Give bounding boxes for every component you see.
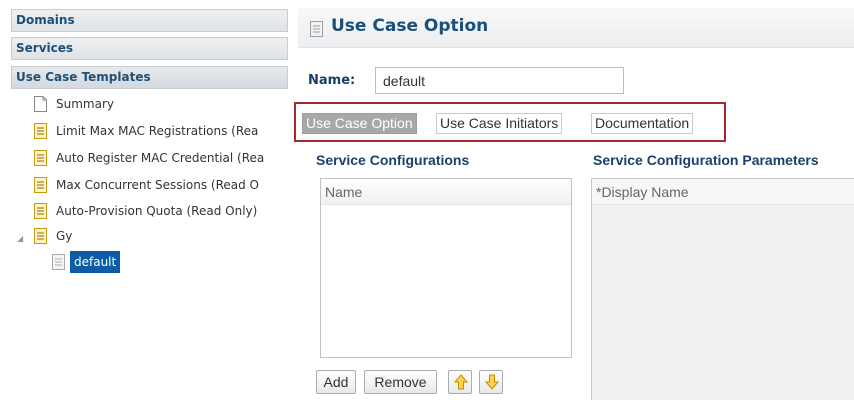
document-icon (34, 203, 47, 219)
tree-item-label: Gy (56, 229, 73, 243)
main-panel: Use Case Option Name: Use Case Option Us… (294, 0, 854, 400)
tree-item-label: Summary (56, 97, 114, 111)
navigation-panel: Domains Services Use Case Templates Summ… (0, 0, 293, 400)
document-icon (34, 150, 47, 166)
tab-use-case-option[interactable]: Use Case Option (302, 113, 417, 134)
service-configuration-parameters-title: Service Configuration Parameters (593, 152, 819, 168)
service-configurations-list[interactable]: Name (320, 178, 572, 358)
tree-item-label: Max Concurrent Sessions (Read O (56, 178, 259, 192)
tree-item-label: Auto Register MAC Credential (Rea (56, 151, 265, 165)
arrow-down-icon (485, 374, 499, 390)
tree-item-label: Auto-Provision Quota (Read Only) (56, 204, 258, 218)
service-configurations-title: Service Configurations (316, 152, 470, 168)
name-column-header[interactable]: Name (321, 179, 571, 205)
nav-section-domains[interactable]: Domains (11, 9, 288, 32)
name-label: Name: (308, 73, 356, 88)
move-down-button[interactable] (479, 370, 503, 394)
collapse-arrow-icon[interactable]: ◢ (17, 234, 23, 243)
document-icon (34, 177, 47, 193)
page-title: Use Case Option (331, 16, 489, 36)
document-icon (34, 123, 47, 139)
add-button[interactable]: Add (316, 370, 356, 394)
page-icon (34, 96, 47, 112)
display-name-column-header[interactable]: *Display Name (592, 179, 854, 205)
nav-section-use-case-templates[interactable]: Use Case Templates (11, 66, 288, 89)
service-configuration-parameters-table[interactable]: *Display Name (591, 178, 854, 400)
tab-use-case-initiators[interactable]: Use Case Initiators (436, 113, 563, 134)
arrow-up-icon (454, 374, 468, 390)
document-icon (34, 228, 47, 244)
document-icon (310, 21, 323, 37)
document-light-icon (52, 254, 65, 270)
move-up-button[interactable] (448, 370, 472, 394)
remove-button[interactable]: Remove (364, 370, 437, 394)
tab-documentation[interactable]: Documentation (591, 113, 694, 134)
name-input[interactable] (375, 67, 624, 94)
tree-item-label: Limit Max MAC Registrations (Rea (56, 124, 259, 138)
nav-section-services[interactable]: Services (11, 37, 288, 60)
page-header: Use Case Option (298, 8, 854, 48)
tree-item-default-selected[interactable]: default (70, 251, 121, 273)
